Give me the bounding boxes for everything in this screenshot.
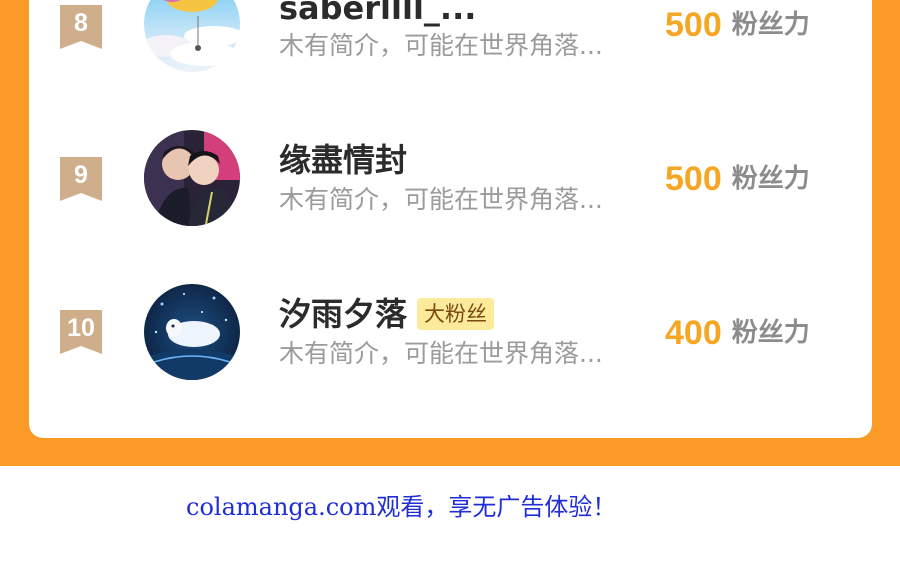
score-value: 400 [665, 314, 722, 352]
score-unit: 粉丝力 [731, 164, 810, 194]
user-name-line: 缘盡情封 [279, 140, 407, 180]
rank-number: 9 [74, 161, 88, 189]
user-name: saberllll_... [279, 0, 477, 27]
score-unit: 粉丝力 [731, 10, 810, 40]
rank-ribbon-icon: 9 [60, 157, 102, 201]
score-unit: 粉丝力 [731, 318, 810, 348]
footer-promo-text[interactable]: colamanga.com观看，享无广告体验！ [186, 488, 616, 526]
fan-power-score: 400 粉丝力 [665, 313, 810, 353]
user-name: 汐雨夕落 [279, 295, 408, 333]
rank-number: 10 [67, 314, 95, 342]
user-name: 缘盡情封 [279, 141, 408, 179]
two-people-avatar-icon[interactable] [144, 130, 240, 226]
fans-ranking-page: 8 saberllll_... 木有简介，可能在世界角落... 500 粉丝力 … [0, 0, 900, 562]
ranking-row[interactable]: 8 saberllll_... 木有简介，可能在世界角落... 500 粉丝力 [29, 0, 872, 78]
score-value: 500 [665, 6, 722, 44]
ranking-row[interactable]: 10 汐雨夕落 大粉丝 木有简介，可能在世界角落... 400 粉丝力 [29, 282, 872, 382]
rank-number: 8 [74, 9, 88, 37]
big-fan-badge: 大粉丝 [417, 298, 495, 330]
score-value: 500 [665, 160, 722, 198]
night-whale-avatar-icon[interactable] [144, 284, 240, 380]
user-name-line: 汐雨夕落 大粉丝 [279, 294, 495, 334]
ranking-row[interactable]: 9 缘盡情封 木有简介，可能在世界角落... 500 粉丝力 [29, 128, 872, 228]
rank-ribbon-icon: 10 [60, 310, 102, 354]
user-bio: 木有简介，可能在世界角落... [279, 31, 603, 60]
user-name-line: saberllll_... [279, 0, 476, 28]
user-bio: 木有简介，可能在世界角落... [279, 339, 603, 368]
fan-power-score: 500 粉丝力 [665, 159, 810, 199]
sky-balloon-avatar-icon[interactable] [144, 0, 240, 72]
rank-ribbon-icon: 8 [60, 5, 102, 49]
user-bio: 木有简介，可能在世界角落... [279, 185, 603, 214]
ranking-card: 8 saberllll_... 木有简介，可能在世界角落... 500 粉丝力 … [29, 0, 872, 438]
fan-power-score: 500 粉丝力 [665, 5, 810, 45]
